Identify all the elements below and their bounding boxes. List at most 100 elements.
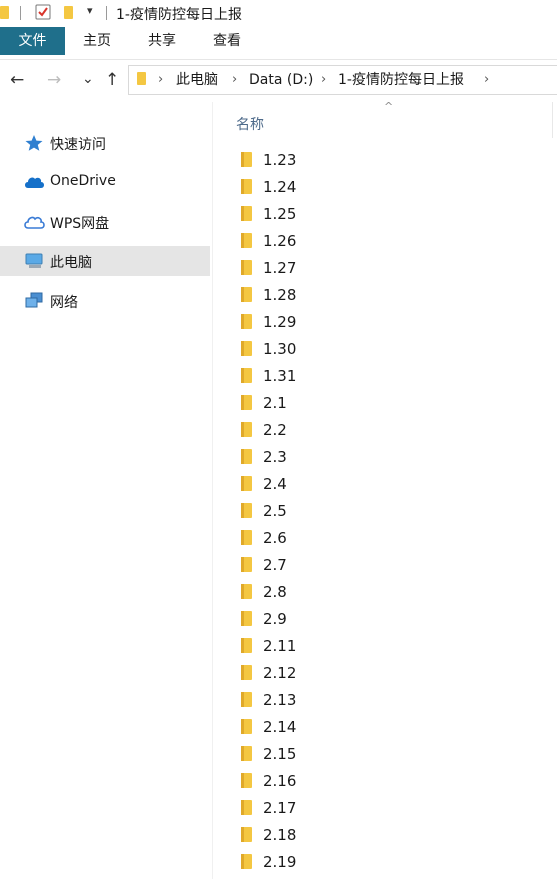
folder-name: 1.30 bbox=[263, 340, 297, 358]
sidebar-item-onedrive[interactable]: OneDrive bbox=[0, 167, 210, 197]
list-item[interactable]: 2.3 bbox=[236, 445, 536, 469]
folder-name: 2.3 bbox=[263, 448, 287, 466]
folder-icon bbox=[241, 584, 252, 599]
folder-name: 2.15 bbox=[263, 745, 297, 763]
list-item[interactable]: 2.6 bbox=[236, 526, 536, 550]
list-item[interactable]: 2.17 bbox=[236, 796, 536, 820]
column-header-name[interactable]: 名称 bbox=[236, 114, 264, 134]
folder-icon bbox=[241, 179, 252, 194]
list-item[interactable]: 2.2 bbox=[236, 418, 536, 442]
sidebar-item-label: 网络 bbox=[50, 295, 78, 311]
folder-name: 2.2 bbox=[263, 421, 287, 439]
chevron-right-icon[interactable]: › bbox=[484, 71, 489, 89]
list-item[interactable]: 1.23 bbox=[236, 148, 536, 172]
folder-icon bbox=[241, 611, 252, 626]
breadcrumb-current-folder[interactable]: 1-疫情防控每日上报 bbox=[338, 71, 464, 89]
folder-name: 2.18 bbox=[263, 826, 297, 844]
list-item[interactable]: 2.19 bbox=[236, 850, 536, 874]
list-item[interactable]: 2.11 bbox=[236, 634, 536, 658]
window-title: 1-疫情防控每日上报 bbox=[116, 7, 242, 23]
list-item[interactable]: 1.27 bbox=[236, 256, 536, 280]
folder-icon bbox=[241, 773, 252, 788]
list-item[interactable]: 1.28 bbox=[236, 283, 536, 307]
network-icon bbox=[23, 292, 45, 310]
list-item[interactable]: 2.16 bbox=[236, 769, 536, 793]
folder-name: 1.26 bbox=[263, 232, 297, 250]
list-item[interactable]: 2.4 bbox=[236, 472, 536, 496]
tab-file[interactable]: 文件 bbox=[0, 27, 65, 55]
folder-icon bbox=[241, 152, 252, 167]
folder-name: 1.25 bbox=[263, 205, 297, 223]
sidebar-item-label: 快速访问 bbox=[50, 137, 106, 153]
sort-ascending-icon: ^ bbox=[384, 100, 394, 113]
list-item[interactable]: 1.25 bbox=[236, 202, 536, 226]
properties-icon[interactable] bbox=[35, 4, 51, 20]
back-button[interactable]: ← bbox=[10, 70, 24, 90]
forward-button[interactable]: → bbox=[47, 70, 61, 90]
folder-icon bbox=[241, 854, 252, 869]
folder-name: 2.12 bbox=[263, 664, 297, 682]
list-item[interactable]: 2.18 bbox=[236, 823, 536, 847]
list-item[interactable]: 1.26 bbox=[236, 229, 536, 253]
folder-name: 1.23 bbox=[263, 151, 297, 169]
title-separator bbox=[106, 6, 107, 20]
list-item[interactable]: 2.15 bbox=[236, 742, 536, 766]
toolbar-separator bbox=[20, 6, 21, 20]
tab-home[interactable]: 主页 bbox=[72, 27, 122, 55]
folder-icon bbox=[241, 314, 252, 329]
list-item[interactable]: 2.5 bbox=[236, 499, 536, 523]
folder-name: 2.17 bbox=[263, 799, 297, 817]
up-button[interactable]: ↑ bbox=[105, 70, 119, 90]
title-bar: ▾ 1-疫情防控每日上报 bbox=[0, 0, 557, 26]
folder-icon bbox=[241, 665, 252, 680]
list-item[interactable]: 1.24 bbox=[236, 175, 536, 199]
chevron-right-icon[interactable]: › bbox=[321, 71, 326, 89]
list-item[interactable]: 2.7 bbox=[236, 553, 536, 577]
quick-access-dropdown-icon[interactable]: ▾ bbox=[87, 4, 93, 17]
recent-locations-button[interactable]: ⌄ bbox=[82, 69, 94, 89]
folder-icon bbox=[241, 557, 252, 572]
cloud-icon bbox=[23, 173, 45, 191]
sidebar-item-network[interactable]: 网络 bbox=[0, 286, 210, 316]
folder-name: 1.24 bbox=[263, 178, 297, 196]
pane-divider[interactable] bbox=[212, 102, 213, 879]
folder-icon bbox=[241, 476, 252, 491]
list-item[interactable]: 2.8 bbox=[236, 580, 536, 604]
sidebar-item-label: OneDrive bbox=[50, 173, 116, 189]
tab-view[interactable]: 查看 bbox=[202, 27, 252, 55]
list-item[interactable]: 2.1 bbox=[236, 391, 536, 415]
list-item[interactable]: 1.31 bbox=[236, 364, 536, 388]
breadcrumb-data-drive[interactable]: Data (D:) bbox=[249, 71, 313, 89]
ribbon-tabs: 文件 主页 共享 查看 bbox=[0, 26, 557, 60]
breadcrumb-this-pc[interactable]: 此电脑 bbox=[176, 71, 218, 89]
sidebar-item-quick-access[interactable]: 快速访问 bbox=[0, 128, 210, 158]
navigation-pane: 快速访问 OneDrive WPS网盘 此电脑 网络 bbox=[0, 102, 211, 879]
list-item[interactable]: 2.13 bbox=[236, 688, 536, 712]
folder-icon bbox=[241, 827, 252, 842]
folder-icon bbox=[241, 206, 252, 221]
list-item[interactable]: 2.9 bbox=[236, 607, 536, 631]
folder-icon bbox=[241, 233, 252, 248]
chevron-right-icon[interactable]: › bbox=[158, 71, 163, 89]
chevron-right-icon[interactable]: › bbox=[232, 71, 237, 89]
folder-name: 1.29 bbox=[263, 313, 297, 331]
list-item[interactable]: 1.30 bbox=[236, 337, 536, 361]
list-item[interactable]: 2.14 bbox=[236, 715, 536, 739]
folder-name: 1.27 bbox=[263, 259, 297, 277]
sidebar-item-wps-cloud[interactable]: WPS网盘 bbox=[0, 207, 210, 237]
folder-name: 2.11 bbox=[263, 637, 297, 655]
folder-icon[interactable] bbox=[0, 6, 9, 19]
folder-icon bbox=[241, 692, 252, 707]
list-item[interactable]: 2.12 bbox=[236, 661, 536, 685]
folder-name: 2.7 bbox=[263, 556, 287, 574]
sidebar-item-this-pc[interactable]: 此电脑 bbox=[0, 246, 210, 276]
list-item[interactable]: 1.29 bbox=[236, 310, 536, 334]
computer-icon bbox=[23, 252, 45, 270]
folder-name: 2.1 bbox=[263, 394, 287, 412]
new-folder-icon[interactable] bbox=[64, 6, 73, 19]
tab-share[interactable]: 共享 bbox=[137, 27, 187, 55]
folder-icon bbox=[241, 449, 252, 464]
folder-name: 1.31 bbox=[263, 367, 297, 385]
folder-icon bbox=[241, 503, 252, 518]
column-resize-handle[interactable] bbox=[552, 102, 553, 138]
